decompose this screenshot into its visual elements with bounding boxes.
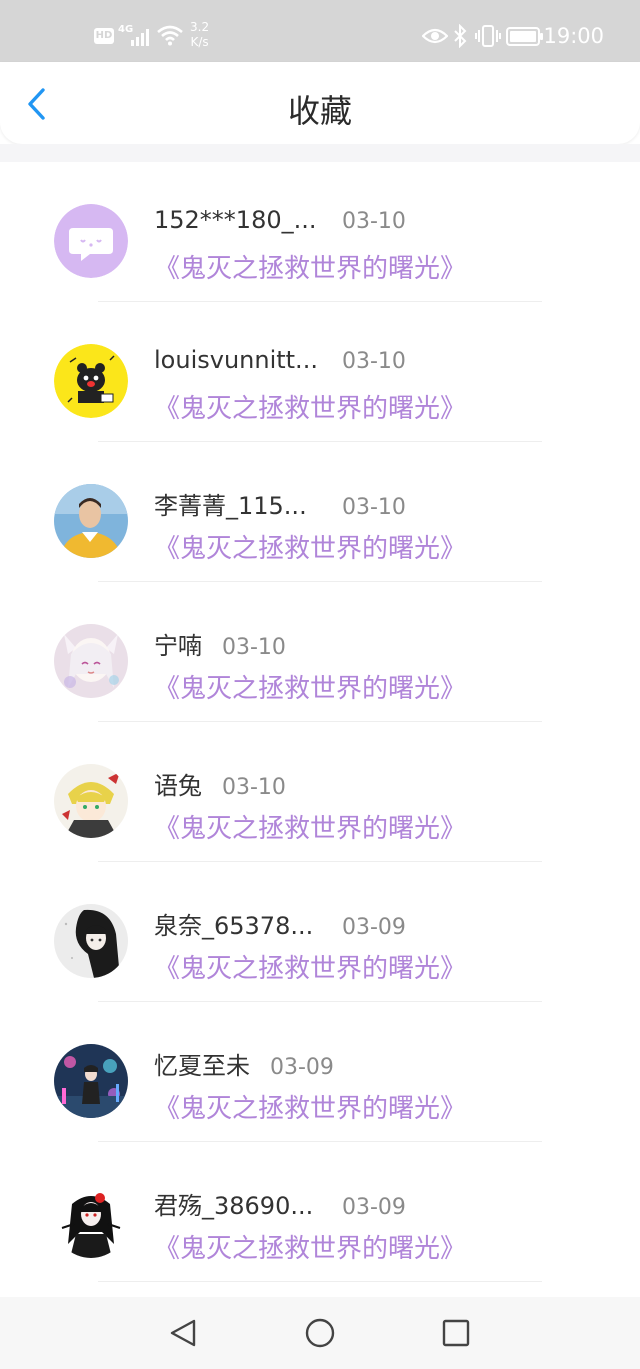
- avatar[interactable]: [54, 1044, 128, 1118]
- book-title[interactable]: 《鬼灭之拯救世界的曙光》: [154, 388, 466, 425]
- gothic-girl-avatar-icon: [54, 1184, 128, 1258]
- speed-unit: K/s: [190, 35, 209, 49]
- status-bar: HD 4G 3.2 K/s 19:00: [0, 0, 640, 62]
- avatar[interactable]: [54, 344, 128, 418]
- user-name: 李菁菁_115...: [154, 492, 307, 520]
- section-gap: [0, 144, 640, 162]
- list-item[interactable]: 宁喃 03-10 《鬼灭之拯救世界的曙光》: [0, 582, 640, 722]
- avatar[interactable]: [54, 484, 128, 558]
- item-date: 03-09: [270, 1055, 334, 1080]
- list-item[interactable]: 泉奈_65378... 03-09 《鬼灭之拯救世界的曙光》: [0, 862, 640, 1002]
- item-header: 泉奈_65378... 03-09: [154, 906, 406, 941]
- list-item[interactable]: 忆夏至未 03-09 《鬼灭之拯救世界的曙光》: [0, 1002, 640, 1142]
- item-header: 君殇_38690... 03-09: [154, 1186, 406, 1221]
- user-name: 君殇_38690...: [154, 1192, 314, 1220]
- avatar[interactable]: [54, 1184, 128, 1258]
- book-title[interactable]: 《鬼灭之拯救世界的曙光》: [154, 1228, 466, 1265]
- list-item[interactable]: louisvunnitt... 03-10 《鬼灭之拯救世界的曙光》: [0, 302, 640, 442]
- item-date: 03-10: [342, 495, 406, 520]
- eye-comfort-icon: [422, 28, 448, 44]
- user-name: 152***180_...: [154, 206, 317, 234]
- divider: [98, 1281, 542, 1282]
- item-date: 03-09: [342, 1195, 406, 1220]
- list-item[interactable]: 152***180_... 03-10 《鬼灭之拯救世界的曙光》: [0, 162, 640, 302]
- night-scene-avatar-icon: [54, 1044, 128, 1118]
- wifi-icon: [157, 25, 183, 46]
- list-item[interactable]: 君殇_38690... 03-09 《鬼灭之拯救世界的曙光》: [0, 1142, 640, 1282]
- hd-badge: HD: [94, 28, 114, 44]
- user-name: 语兔: [154, 772, 202, 800]
- item-header: 李菁菁_115... 03-10: [154, 486, 406, 521]
- avatar[interactable]: [54, 904, 128, 978]
- anime-boy-avatar-icon: [54, 764, 128, 838]
- book-title[interactable]: 《鬼灭之拯救世界的曙光》: [154, 948, 466, 985]
- anime-girl-avatar-icon: [54, 624, 128, 698]
- triangle-back-icon[interactable]: [164, 1313, 204, 1353]
- vibrate-icon: [475, 25, 501, 47]
- square-recents-icon[interactable]: [436, 1313, 476, 1353]
- bluetooth-icon: [454, 24, 467, 48]
- favorites-list: 152***180_... 03-10 《鬼灭之拯救世界的曙光》 louisvu…: [0, 162, 640, 1282]
- speed-value: 3.2: [190, 20, 210, 34]
- item-date: 03-10: [222, 775, 286, 800]
- item-header: louisvunnitt... 03-10: [154, 346, 406, 374]
- item-date: 03-09: [342, 915, 406, 940]
- item-header: 忆夏至未 03-09: [154, 1046, 334, 1081]
- circle-home-icon[interactable]: [300, 1313, 340, 1353]
- book-title[interactable]: 《鬼灭之拯救世界的曙光》: [154, 1088, 466, 1125]
- user-name: 忆夏至未: [154, 1052, 250, 1080]
- bear-avatar-icon: [54, 344, 128, 418]
- clock: 19:00: [543, 24, 604, 48]
- book-title[interactable]: 《鬼灭之拯救世界的曙光》: [154, 808, 466, 845]
- avatar[interactable]: [54, 204, 128, 278]
- avatar[interactable]: [54, 624, 128, 698]
- list-item[interactable]: 李菁菁_115... 03-10 《鬼灭之拯救世界的曙光》: [0, 442, 640, 582]
- photo-avatar-icon: [54, 484, 128, 558]
- item-header: 语兔 03-10: [154, 766, 286, 801]
- signal-icon: [131, 29, 149, 46]
- user-name: louisvunnitt...: [154, 346, 318, 374]
- item-date: 03-10: [222, 635, 286, 660]
- system-nav-bar: [0, 1297, 640, 1369]
- battery-icon: [506, 27, 543, 46]
- book-title[interactable]: 《鬼灭之拯救世界的曙光》: [154, 528, 466, 565]
- item-date: 03-10: [342, 349, 406, 374]
- book-title[interactable]: 《鬼灭之拯救世界的曙光》: [154, 668, 466, 705]
- page-title: 收藏: [287, 92, 352, 130]
- list-item[interactable]: 语兔 03-10 《鬼灭之拯救世界的曙光》: [0, 722, 640, 862]
- avatar[interactable]: [54, 764, 128, 838]
- book-title[interactable]: 《鬼灭之拯救世界的曙光》: [154, 248, 466, 285]
- chat-bubble-avatar-icon: [54, 204, 128, 278]
- dark-anime-avatar-icon: [54, 904, 128, 978]
- title-bar: 收藏: [0, 62, 640, 144]
- user-name: 宁喃: [154, 632, 202, 660]
- network-speed: 3.2 K/s: [190, 20, 209, 50]
- user-name: 泉奈_65378...: [154, 912, 314, 940]
- item-header: 152***180_... 03-10: [154, 206, 406, 234]
- item-date: 03-10: [342, 209, 406, 234]
- item-header: 宁喃 03-10: [154, 626, 286, 661]
